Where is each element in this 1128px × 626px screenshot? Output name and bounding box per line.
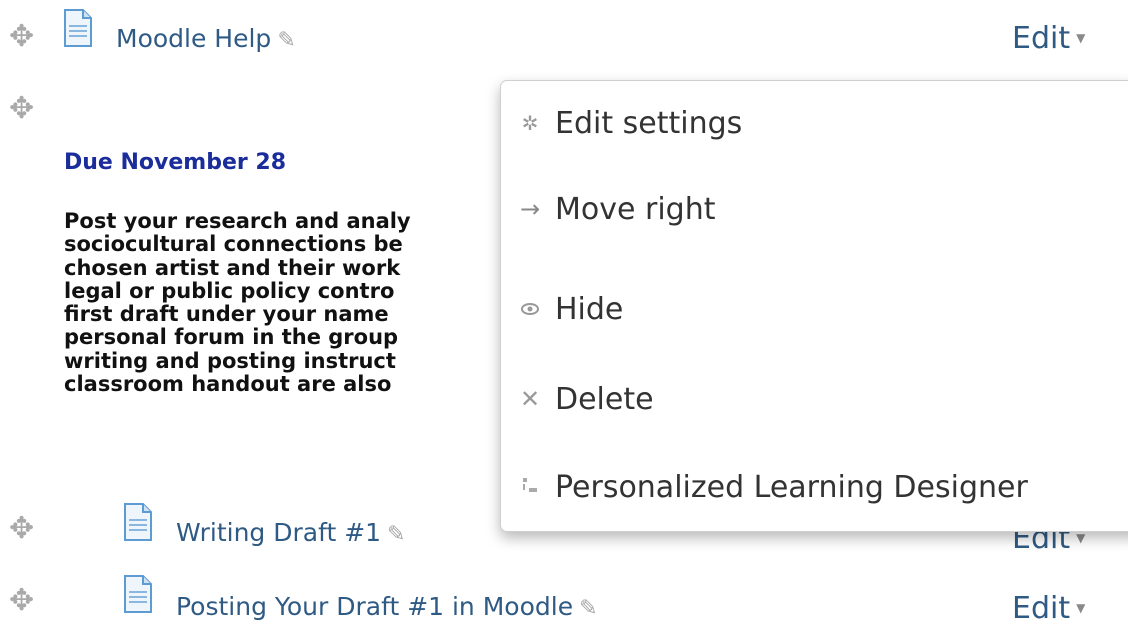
file-icon <box>124 575 152 613</box>
move-handle-icon[interactable]: ✥ <box>9 94 34 124</box>
file-icon <box>64 9 92 47</box>
activity-link[interactable]: Moodle Help <box>116 24 271 53</box>
chevron-down-icon: ▼ <box>1076 601 1086 615</box>
chevron-down-icon: ▼ <box>1076 31 1086 45</box>
menu-item-delete[interactable]: ✕ Delete <box>515 375 654 423</box>
eye-icon <box>515 297 545 321</box>
move-handle-icon[interactable]: ✥ <box>9 22 34 52</box>
arrow-right-icon: → <box>519 195 541 223</box>
gear-icon: ✲ <box>521 111 539 135</box>
pld-icon <box>515 475 545 499</box>
edit-label: Edit <box>1012 21 1071 56</box>
pencil-icon[interactable]: ✎ <box>579 596 597 621</box>
chevron-down-icon: ▼ <box>1076 531 1086 545</box>
edit-dropdown-menu: ✲ Edit settings → Move right Hide ✕ Dele… <box>500 80 1128 532</box>
activity-link[interactable]: Writing Draft #1 <box>176 518 381 547</box>
file-icon <box>124 503 152 541</box>
close-icon: ✕ <box>519 385 541 413</box>
activity-link[interactable]: Posting Your Draft #1 in Moodle <box>176 592 573 621</box>
due-date-heading: Due November 28 <box>64 150 287 175</box>
edit-menu-button[interactable]: Edit ▼ <box>1012 21 1085 56</box>
menu-item-hide[interactable]: Hide <box>515 285 623 333</box>
menu-item-move-right[interactable]: → Move right <box>515 185 716 233</box>
pencil-icon[interactable]: ✎ <box>277 28 295 53</box>
edit-menu-button[interactable]: Edit ▼ <box>1012 591 1085 626</box>
move-handle-icon[interactable]: ✥ <box>9 586 34 616</box>
edit-label: Edit <box>1012 591 1071 626</box>
activity-row-moodle-help: Moodle Help ✎ <box>116 24 296 53</box>
pencil-icon[interactable]: ✎ <box>387 522 405 547</box>
activity-row-writing-draft: Writing Draft #1 ✎ <box>176 518 405 547</box>
menu-item-edit-settings[interactable]: ✲ Edit settings <box>515 99 743 147</box>
menu-item-personalized-learning-designer[interactable]: Personalized Learning Designer <box>515 463 1028 511</box>
move-handle-icon[interactable]: ✥ <box>9 514 34 544</box>
activity-row-posting-draft: Posting Your Draft #1 in Moodle ✎ <box>176 592 598 621</box>
